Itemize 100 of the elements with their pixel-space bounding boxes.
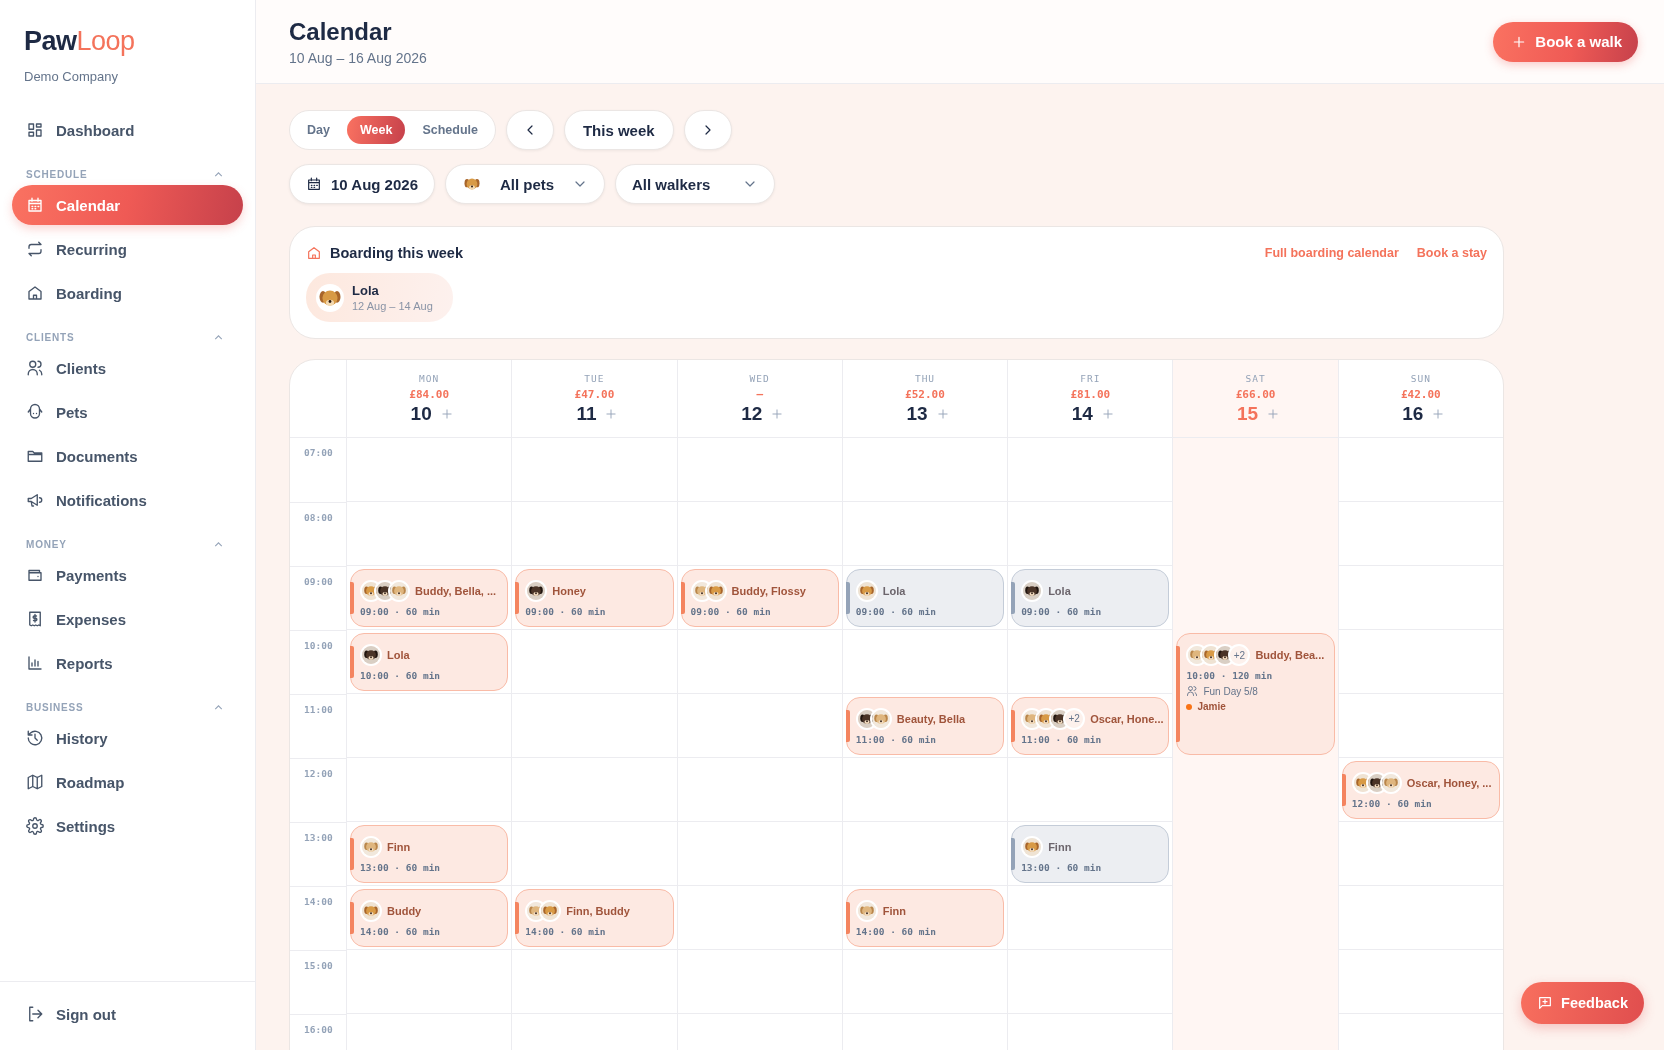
time-label: 10:00 bbox=[304, 640, 333, 651]
add-icon[interactable] bbox=[935, 407, 950, 421]
this-week-button[interactable]: This week bbox=[563, 110, 674, 150]
walkers-dropdown[interactable]: All walkers bbox=[615, 164, 775, 204]
nav-item[interactable]: History bbox=[12, 718, 243, 758]
nav-item[interactable]: Payments bbox=[12, 555, 243, 595]
nav-item[interactable]: Expenses bbox=[12, 599, 243, 639]
nav-item[interactable]: Dashboard bbox=[12, 110, 243, 150]
walk-event[interactable]: Lola 10:00 · 60 min bbox=[350, 633, 509, 691]
nav-item[interactable]: Roadmap bbox=[12, 762, 243, 802]
nav-item[interactable]: Clients bbox=[12, 348, 243, 388]
add-icon[interactable] bbox=[604, 407, 619, 421]
nav-item[interactable]: Calendar bbox=[12, 185, 243, 225]
event-title: Buddy, Flossy bbox=[731, 584, 806, 597]
add-icon[interactable] bbox=[1266, 407, 1281, 421]
company-name: Demo Company bbox=[24, 69, 119, 84]
event-time: 09:00 · 60 min bbox=[855, 605, 937, 617]
event-title: Lola bbox=[387, 648, 410, 661]
time-label: 14:00 bbox=[304, 896, 333, 907]
walk-event[interactable]: Oscar, Honey, ... 12:00 · 60 min bbox=[1341, 761, 1500, 819]
view-tab[interactable]: Day bbox=[294, 116, 343, 144]
house-icon bbox=[306, 245, 322, 261]
link[interactable]: Book a stay bbox=[1416, 246, 1487, 260]
add-icon[interactable] bbox=[439, 407, 454, 421]
add-icon[interactable] bbox=[1100, 407, 1115, 421]
event-title: Buddy, Bella, ... bbox=[415, 584, 497, 597]
nav-item[interactable]: Pets bbox=[12, 392, 243, 432]
day-revenue: £84.00 bbox=[409, 388, 449, 401]
section-title: CLIENTS bbox=[26, 332, 75, 343]
previous-button[interactable] bbox=[505, 110, 554, 150]
logo[interactable]: PawLoop bbox=[24, 26, 135, 57]
event-title: Lola bbox=[1048, 584, 1071, 597]
view-tab[interactable]: Schedule bbox=[409, 116, 491, 144]
walk-event[interactable]: Beauty, Bella 11:00 · 60 min bbox=[845, 697, 1005, 755]
event-time: 11:00 · 60 min bbox=[1021, 733, 1103, 745]
walk-event[interactable]: Finn 14:00 · 60 min bbox=[845, 889, 1005, 947]
event-time: 14:00 · 60 min bbox=[360, 925, 442, 937]
section-title: BUSINESS bbox=[26, 702, 84, 713]
book-walk-button[interactable]: Book a walk bbox=[1493, 21, 1638, 62]
walk-event[interactable]: +2 Oscar, Hone... 11:00 · 60 min bbox=[1011, 697, 1170, 755]
event-title: Finn bbox=[1048, 840, 1072, 853]
receipt-icon bbox=[26, 610, 44, 628]
nav-item[interactable]: Notifications bbox=[12, 480, 243, 520]
time-label: 12:00 bbox=[304, 768, 333, 779]
nav-item[interactable]: Documents bbox=[12, 436, 243, 476]
time-label: 09:00 bbox=[304, 576, 333, 587]
dog-face-icon bbox=[26, 403, 44, 421]
time-label: 13:00 bbox=[304, 832, 333, 843]
link[interactable]: Full boarding calendar bbox=[1264, 246, 1399, 260]
walk-event[interactable]: Finn, Buddy 14:00 · 60 min bbox=[515, 889, 674, 947]
day-number: 12 bbox=[741, 403, 763, 425]
nav-item[interactable]: Reports bbox=[12, 643, 243, 683]
next-button[interactable] bbox=[683, 110, 732, 150]
time-label: 07:00 bbox=[304, 447, 333, 458]
day-revenue: £42.00 bbox=[1400, 388, 1441, 401]
feedback-icon bbox=[1537, 995, 1554, 1011]
feedback-button[interactable]: Feedback bbox=[1521, 982, 1644, 1024]
event-title: Finn bbox=[387, 840, 411, 853]
walk-event[interactable]: Buddy 14:00 · 60 min bbox=[350, 889, 509, 947]
walk-event[interactable]: Honey 09:00 · 60 min bbox=[515, 569, 674, 627]
view-tab[interactable]: Week bbox=[346, 116, 406, 144]
event-time: 10:00 · 60 min bbox=[360, 669, 442, 681]
event-title: Oscar, Honey, ... bbox=[1406, 776, 1492, 789]
time-label: 11:00 bbox=[304, 704, 333, 715]
walk-event[interactable]: Lola 09:00 · 60 min bbox=[845, 569, 1005, 627]
event-time: 09:00 · 60 min bbox=[690, 605, 772, 617]
sign-out-link[interactable]: Sign out bbox=[12, 994, 243, 1034]
walk-event[interactable]: +2 Buddy, Bea... 10:00 · 120 min Fun Day 5/8 Jamie bbox=[1176, 633, 1335, 755]
day-number: 15 bbox=[1237, 403, 1259, 425]
nav-item[interactable]: Settings bbox=[12, 806, 243, 846]
history-icon bbox=[26, 729, 44, 747]
pets-dropdown[interactable]: All pets bbox=[445, 164, 605, 204]
walk-event[interactable]: Lola 09:00 · 60 min bbox=[1011, 569, 1170, 627]
walk-event[interactable]: Buddy, Flossy 09:00 · 60 min bbox=[680, 569, 839, 627]
date-picker[interactable]: 10 Aug 2026 bbox=[289, 164, 435, 204]
walk-event[interactable]: Finn 13:00 · 60 min bbox=[1011, 825, 1170, 883]
day-number: 13 bbox=[906, 403, 928, 425]
day-number: 16 bbox=[1402, 403, 1424, 425]
weekday-label: TUE bbox=[584, 373, 605, 384]
event-time: 09:00 · 60 min bbox=[360, 605, 442, 617]
day-revenue: £52.00 bbox=[905, 388, 945, 401]
walk-event[interactable]: Buddy, Bella, ... 09:00 · 60 min bbox=[350, 569, 509, 627]
event-time: 09:00 · 60 min bbox=[525, 605, 607, 617]
bar-chart-icon bbox=[26, 654, 44, 672]
walk-event[interactable]: Finn 13:00 · 60 min bbox=[350, 825, 509, 883]
weekday-label: FRI bbox=[1080, 373, 1101, 384]
add-icon[interactable] bbox=[1431, 407, 1446, 421]
megaphone-icon bbox=[26, 491, 44, 509]
weekday-label: WED bbox=[749, 373, 770, 384]
boarding-chip[interactable]: Lola 12 Aug – 14 Aug bbox=[306, 273, 453, 322]
event-time: 12:00 · 60 min bbox=[1351, 797, 1433, 809]
group-label: Fun Day 5/8 bbox=[1203, 685, 1258, 697]
nav-item[interactable]: Boarding bbox=[12, 273, 243, 313]
sign-out-icon bbox=[26, 1005, 44, 1023]
repeat-icon bbox=[26, 240, 44, 258]
add-icon[interactable] bbox=[770, 407, 785, 421]
event-title: Beauty, Bella bbox=[896, 712, 966, 725]
event-title: Honey bbox=[552, 584, 586, 597]
nav-item[interactable]: Recurring bbox=[12, 229, 243, 269]
day-revenue: £66.00 bbox=[1235, 388, 1276, 401]
